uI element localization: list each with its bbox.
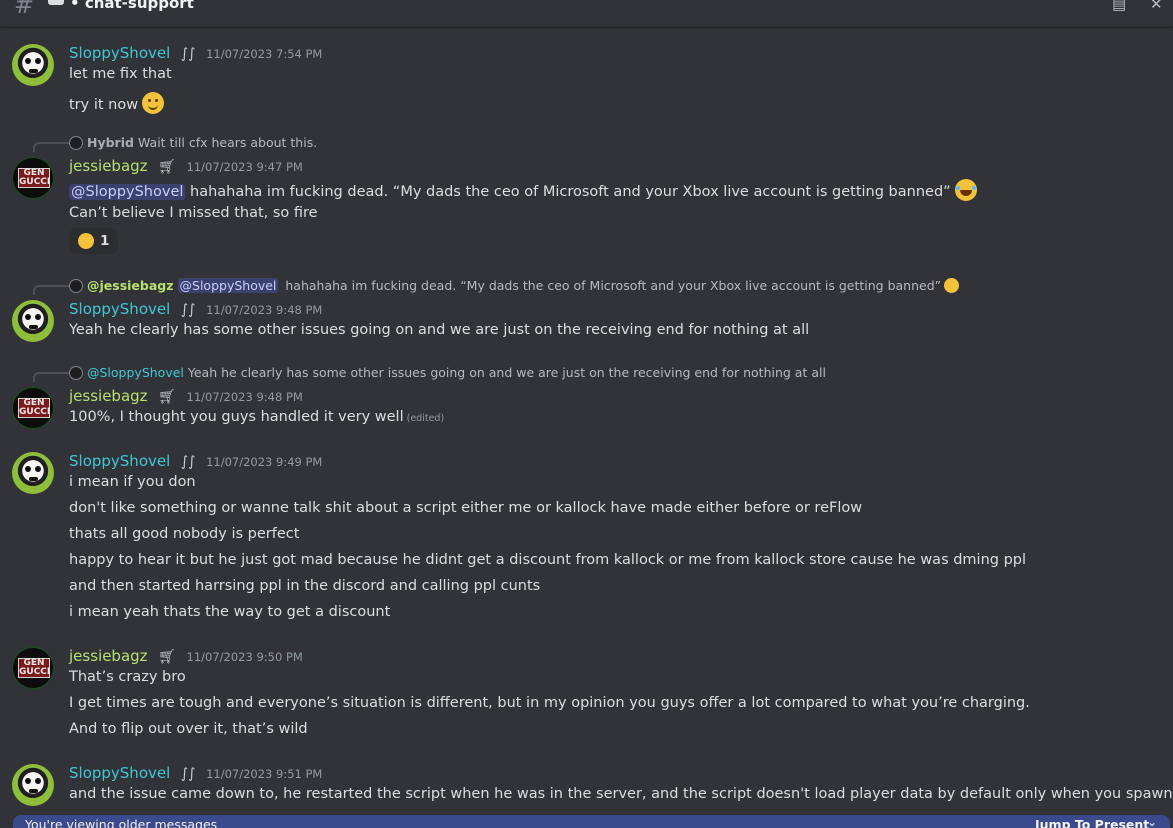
older-messages-bar: You're viewing older messages Jump To Pr… [13, 815, 1170, 828]
reaction-count: 1 [100, 233, 110, 249]
reply-text: Yeah he clearly has some other issues go… [187, 365, 826, 380]
joy-emoji-icon [944, 278, 960, 293]
avatar[interactable]: GEN GUCCI [12, 157, 54, 199]
message-line: thats all good nobody is perfect [69, 526, 300, 542]
message-line: and the issue came down to, he restarted… [69, 786, 1173, 802]
message-line: don't like something or wanne talk shit … [69, 500, 863, 516]
joy-emoji-icon [954, 179, 977, 201]
jump-to-present-button[interactable]: Jump To Present [1035, 817, 1149, 828]
timestamp: 11/07/2023 9:49 PM [206, 455, 323, 469]
message-header: jessiebagz 🛒︎ 11/07/2023 9:48 PM [69, 387, 303, 407]
reply-author: Hybrid [87, 135, 134, 150]
timestamp: 11/07/2023 9:48 PM [206, 303, 323, 317]
hash-icon: # [14, 0, 35, 19]
reply-spine [33, 285, 69, 295]
message-line: And to flip out over it, that’s wild [69, 721, 308, 737]
username[interactable]: jessiebagz [69, 647, 148, 665]
older-messages-notice: You're viewing older messages [25, 817, 218, 828]
reaction-button[interactable]: 1 [69, 228, 119, 254]
cart-badge-icon: 🛒︎ [158, 649, 176, 665]
timestamp: 11/07/2023 9:47 PM [186, 160, 303, 174]
message-line: i mean yeah thats the way to get a disco… [69, 604, 391, 620]
message-line: 100%, I thought you guys handled it very… [69, 409, 445, 425]
smile-emoji-icon [142, 92, 165, 114]
wave-badge-icon: ∫∫ [180, 454, 196, 470]
edited-tag: (edited) [406, 413, 445, 424]
message-line: Can’t believe I missed that, so fire [69, 205, 318, 221]
reply-preview[interactable]: @jessiebagz @SloppyShovel hahahaha im fuc… [69, 278, 960, 296]
chevron-down-icon[interactable]: ⌄ [1147, 815, 1157, 828]
avatar[interactable] [12, 44, 54, 86]
username[interactable]: SloppyShovel [69, 300, 170, 318]
message-header: jessiebagz 🛒︎ 11/07/2023 9:50 PM [69, 647, 303, 667]
timestamp: 11/07/2023 7:54 PM [206, 47, 323, 61]
message-line: Yeah he clearly has some other issues go… [69, 322, 810, 338]
message-header: SloppyShovel ∫∫ 11/07/2023 7:54 PM [69, 44, 322, 64]
reply-preview[interactable]: @SloppyShovel Yeah he clearly has some ot… [69, 365, 826, 383]
avatar-mini-icon [69, 279, 83, 293]
reply-spine [33, 372, 69, 382]
username[interactable]: jessiebagz [69, 387, 148, 405]
message-line: happy to hear it but he just got mad bec… [69, 552, 1027, 568]
cart-badge-icon: 🛒︎ [158, 159, 176, 175]
channel-name: • chat-support [70, 0, 194, 12]
timestamp: 11/07/2023 9:51 PM [206, 767, 323, 781]
message-header: jessiebagz 🛒︎ 11/07/2023 9:47 PM [69, 157, 303, 177]
message-header: SloppyShovel ∫∫ 11/07/2023 9:48 PM [69, 300, 322, 320]
threads-icon[interactable] [48, 0, 64, 5]
user-mention[interactable]: @SloppyShovel [69, 184, 186, 200]
username[interactable]: jessiebagz [69, 157, 148, 175]
avatar[interactable]: GEN GUCCI [12, 387, 54, 429]
message-header: SloppyShovel ∫∫ 11/07/2023 9:51 PM [69, 764, 322, 784]
reply-text: Wait till cfx hears about this. [137, 135, 318, 150]
cart-badge-icon: 🛒︎ [158, 389, 176, 405]
message-line: and then started harrsing ppl in the dis… [69, 578, 541, 594]
reply-author: @SloppyShovel [87, 365, 184, 380]
avatar[interactable] [12, 300, 54, 342]
reply-author: @jessiebagz [87, 278, 174, 293]
reply-preview[interactable]: Hybrid Wait till cfx hears about this. [69, 135, 317, 153]
message-list: SloppyShovel ∫∫ 11/07/2023 7:54 PM let m… [0, 0, 1173, 828]
threads-button-icon[interactable]: ▤ [1112, 0, 1134, 13]
avatar-mini-icon [69, 366, 83, 380]
timestamp: 11/07/2023 9:50 PM [186, 650, 303, 664]
message-line: That’s crazy bro [69, 669, 186, 685]
reply-text: hahahaha im fucking dead. “My dads the c… [281, 278, 942, 293]
avatar[interactable] [12, 764, 54, 806]
wave-badge-icon: ∫∫ [180, 302, 196, 318]
username[interactable]: SloppyShovel [69, 44, 170, 62]
avatar[interactable]: GEN GUCCI [12, 647, 54, 689]
message-line: try it now [69, 92, 165, 114]
avatar[interactable] [12, 452, 54, 494]
wave-badge-icon: ∫∫ [180, 766, 196, 782]
reply-mention: @SloppyShovel [177, 278, 279, 293]
username[interactable]: SloppyShovel [69, 764, 170, 782]
timestamp: 11/07/2023 9:48 PM [186, 390, 303, 404]
avatar-mini-icon [69, 136, 83, 150]
username[interactable]: SloppyShovel [69, 452, 170, 470]
rofl-emoji-icon [75, 230, 97, 252]
message-line: I get times are tough and everyone’s sit… [69, 695, 1030, 711]
reply-spine [33, 142, 69, 152]
message-line: @SloppyShovel hahahaha im fucking dead. … [69, 179, 977, 201]
channel-header: # • chat-support ▤ ✕ [0, 0, 1173, 27]
message-line: let me fix that [69, 66, 172, 82]
message-line: i mean if you don [69, 474, 196, 490]
wave-badge-icon: ∫∫ [180, 46, 196, 62]
notification-settings-icon[interactable]: ✕ [1150, 0, 1170, 13]
message-header: SloppyShovel ∫∫ 11/07/2023 9:49 PM [69, 452, 322, 472]
